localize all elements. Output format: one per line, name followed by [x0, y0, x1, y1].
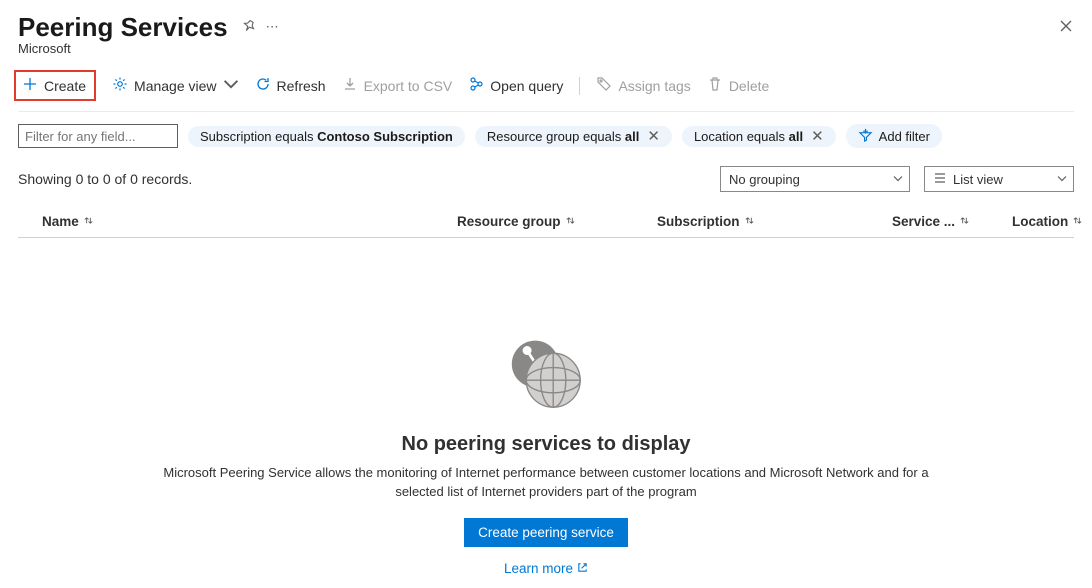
sort-icon	[744, 214, 755, 229]
remove-filter-icon[interactable]: ✕	[811, 129, 824, 144]
chevron-down-icon	[1057, 172, 1067, 187]
empty-title: No peering services to display	[18, 433, 1074, 456]
add-filter-button[interactable]: Add filter	[846, 124, 942, 148]
chevron-down-icon	[893, 172, 903, 187]
empty-description: Microsoft Peering Service allows the mon…	[161, 464, 931, 502]
open-query-button[interactable]: Open query	[468, 76, 563, 95]
close-icon[interactable]	[1058, 18, 1074, 37]
gear-icon	[112, 76, 128, 95]
assign-tags-button: Assign tags	[596, 76, 690, 95]
plus-icon	[22, 76, 38, 95]
table-header: Name Resource group Subscription Service…	[18, 206, 1074, 238]
toolbar-divider	[579, 77, 580, 95]
create-peering-service-button[interactable]: Create peering service	[464, 518, 628, 547]
column-subscription[interactable]: Subscription	[657, 214, 892, 229]
more-icon[interactable]: ⋯	[266, 19, 280, 36]
export-csv-button: Export to CSV	[342, 76, 453, 95]
tag-icon	[596, 76, 612, 95]
grouping-select[interactable]: No grouping	[720, 166, 910, 192]
column-name[interactable]: Name	[42, 214, 457, 229]
pin-icon[interactable]	[242, 19, 256, 36]
page-subtitle: Microsoft	[18, 41, 1074, 56]
sort-icon	[1072, 214, 1083, 229]
remove-filter-icon[interactable]: ✕	[647, 129, 660, 144]
query-icon	[468, 76, 484, 95]
download-icon	[342, 76, 358, 95]
delete-button: Delete	[707, 76, 769, 95]
column-resource-group[interactable]: Resource group	[457, 214, 657, 229]
create-button[interactable]: Create	[14, 70, 96, 101]
manage-view-button[interactable]: Manage view	[112, 76, 239, 95]
filter-pill-subscription[interactable]: Subscription equals Contoso Subscription	[188, 126, 465, 147]
add-filter-icon	[858, 127, 873, 145]
empty-state: No peering services to display Microsoft…	[18, 328, 1074, 576]
globe-icon	[18, 328, 1074, 421]
learn-more-link[interactable]: Learn more	[504, 561, 588, 576]
refresh-icon	[255, 76, 271, 95]
sort-icon	[959, 214, 970, 229]
filter-pill-location[interactable]: Location equals all ✕	[682, 126, 836, 147]
view-select[interactable]: List view	[924, 166, 1074, 192]
trash-icon	[707, 76, 723, 95]
filter-input[interactable]	[18, 124, 178, 148]
toolbar: Create Manage view Refresh Export to CSV	[18, 70, 1074, 112]
filter-pill-resource-group[interactable]: Resource group equals all ✕	[475, 126, 672, 147]
list-icon	[933, 171, 947, 188]
column-location[interactable]: Location	[1012, 214, 1092, 229]
page-title: Peering Services	[18, 12, 228, 43]
column-service[interactable]: Service ...	[892, 214, 1012, 229]
chevron-down-icon	[223, 76, 239, 95]
external-link-icon	[577, 561, 588, 576]
sort-icon	[83, 214, 94, 229]
refresh-button[interactable]: Refresh	[255, 76, 326, 95]
filters-row: Subscription equals Contoso Subscription…	[18, 124, 1074, 148]
sort-icon	[565, 214, 576, 229]
records-count: Showing 0 to 0 of 0 records.	[18, 171, 192, 187]
